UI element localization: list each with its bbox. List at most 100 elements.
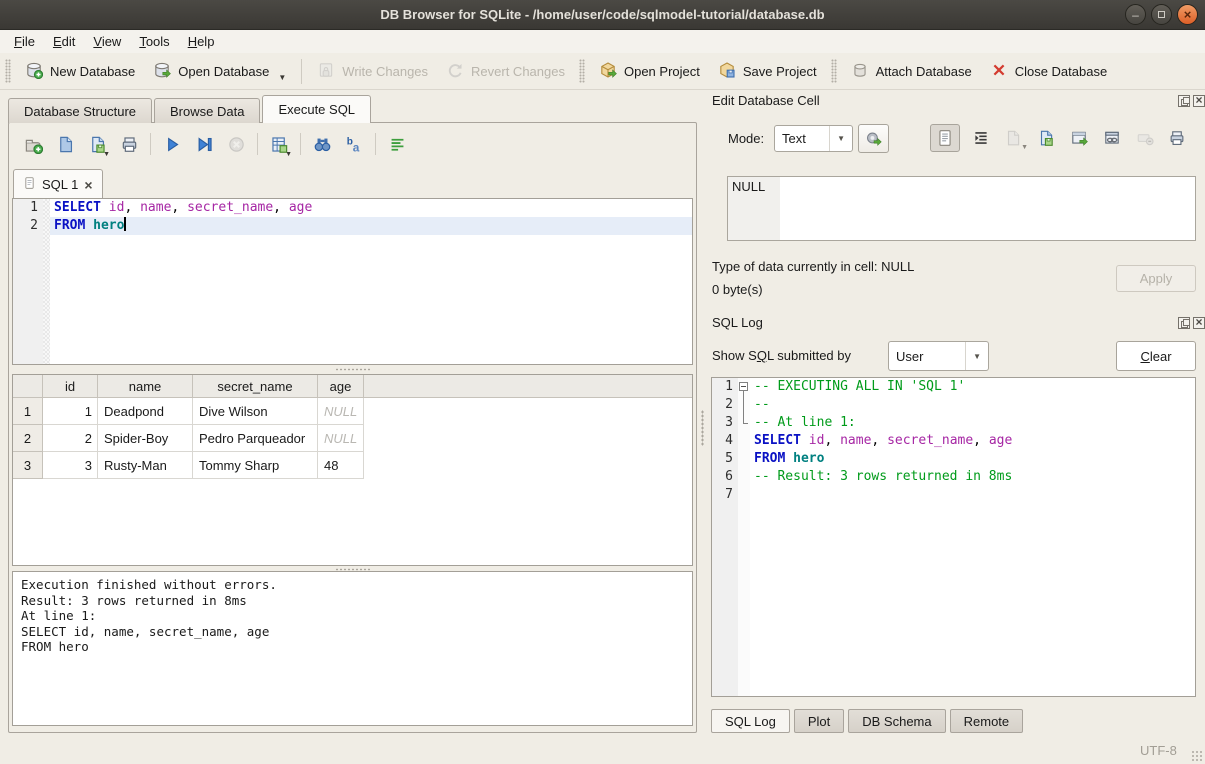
line-number: 1 (712, 378, 738, 396)
column-header-id[interactable]: id (43, 375, 98, 397)
minimize-icon[interactable]: – (1125, 4, 1146, 25)
sql-tab[interactable]: SQL 1 × (13, 169, 103, 199)
toolbar-button-label: Open Database (178, 64, 269, 79)
toolbar-button-label: Revert Changes (471, 64, 565, 79)
splitter-editor-results[interactable] (9, 366, 696, 372)
table-cell[interactable]: 3 (43, 452, 98, 479)
encoding-status: UTF-8 (1140, 743, 1177, 758)
apply-button[interactable]: Apply (1116, 265, 1196, 292)
code-line: SELECT id, name, secret_name, age (50, 199, 692, 217)
sql-submitter-select[interactable]: User ▼ (888, 341, 989, 371)
table-cell[interactable]: NULL (318, 398, 364, 425)
dock-tab-plot[interactable]: Plot (794, 709, 844, 733)
format-sql-icon[interactable] (384, 131, 410, 157)
open-sql-file-icon[interactable] (52, 131, 78, 157)
float-dock-icon[interactable] (1178, 317, 1190, 329)
table-cell[interactable]: Dive Wilson (193, 398, 318, 425)
table-cell[interactable]: NULL (318, 425, 364, 452)
auto-apply-button[interactable] (858, 124, 889, 153)
menu-edit[interactable]: Edit (44, 31, 84, 52)
show-sql-label: Show SQL submitted by (712, 348, 851, 363)
dock-tab-bar: SQL LogPlotDB SchemaRemote (711, 709, 1023, 733)
project-save-icon (718, 61, 736, 82)
column-header-secret_name[interactable]: secret_name (193, 375, 318, 397)
status-line: FROM hero (21, 639, 684, 655)
export-data-icon[interactable] (1031, 124, 1061, 152)
apply-cell-icon[interactable] (1064, 124, 1094, 152)
titlebar: DB Browser for SQLite - /home/user/code/… (0, 0, 1205, 30)
tab-browse-data[interactable]: Browse Data (154, 98, 260, 123)
save-results-icon[interactable]: ▼ (266, 131, 292, 157)
status-line: Result: 3 rows returned in 8ms (21, 593, 684, 609)
code-line: -- At line 1: (750, 414, 1195, 432)
code-line: FROM hero (50, 217, 692, 235)
column-header-age[interactable]: age (318, 375, 364, 397)
close-dock-icon[interactable] (1193, 317, 1205, 329)
row-header[interactable]: 2 (13, 425, 43, 452)
print-cell-icon[interactable] (1162, 124, 1192, 152)
results-table[interactable]: idnamesecret_nameage11DeadpondDive Wilso… (12, 374, 693, 566)
mode-select[interactable]: Text ▼ (774, 125, 853, 152)
dock-tab-remote[interactable]: Remote (950, 709, 1024, 733)
dock-tab-db-schema[interactable]: DB Schema (848, 709, 945, 733)
find-replace-icon[interactable]: ba (341, 131, 367, 157)
text-mode-icon[interactable] (930, 124, 960, 152)
status-line: Execution finished without errors. (21, 577, 684, 593)
attach-database-button[interactable]: Attach Database (842, 55, 981, 88)
clear-log-button[interactable]: Clear (1116, 341, 1196, 371)
window-controls: – × (1125, 4, 1198, 25)
table-cell[interactable]: Tommy Sharp (193, 452, 318, 479)
column-header-name[interactable]: name (98, 375, 193, 397)
execute-all-icon[interactable] (159, 131, 185, 157)
menu-tools[interactable]: Tools (130, 31, 178, 52)
new-database-button[interactable]: New Database (16, 55, 144, 88)
sql-log-title: SQL Log (712, 315, 763, 330)
open-project-button[interactable]: Open Project (590, 55, 709, 88)
table-cell[interactable]: 2 (43, 425, 98, 452)
sql-log-dock-buttons (1178, 317, 1205, 329)
close-sql-tab-icon[interactable]: × (84, 177, 92, 193)
table-cell[interactable]: Deadpond (98, 398, 193, 425)
row-header[interactable]: 1 (13, 398, 43, 425)
table-cell[interactable]: 1 (43, 398, 98, 425)
sql-tab-bar: SQL 1 × (13, 169, 103, 199)
print-sql-icon[interactable] (116, 131, 142, 157)
float-dock-icon[interactable] (1178, 95, 1190, 107)
maximize-icon[interactable] (1151, 4, 1172, 25)
toolbar-grip (5, 59, 11, 83)
close-window-icon[interactable]: × (1177, 4, 1198, 25)
mode-select-value: Text (782, 131, 806, 146)
status-line: SELECT id, name, secret_name, age (21, 624, 684, 640)
save-project-button[interactable]: Save Project (709, 55, 826, 88)
close-dock-icon[interactable] (1193, 95, 1205, 107)
menu-file[interactable]: File (5, 31, 44, 52)
close-database-button[interactable]: Close Database (981, 55, 1117, 88)
save-sql-file-icon[interactable]: ▼ (84, 131, 110, 157)
cell-editor[interactable]: NULL (727, 176, 1196, 241)
word-wrap-icon[interactable] (966, 124, 996, 152)
splitter-main-dock[interactable] (699, 122, 706, 733)
tab-execute-sql[interactable]: Execute SQL (262, 95, 371, 123)
execute-current-line-icon[interactable] (191, 131, 217, 157)
row-header[interactable]: 3 (13, 452, 43, 479)
code-line: FROM hero (750, 450, 1195, 468)
table-cell[interactable]: Pedro Parqueador (193, 425, 318, 452)
write-changes-icon (317, 61, 335, 82)
table-cell[interactable]: Rusty-Man (98, 452, 193, 479)
menu-help[interactable]: Help (179, 31, 224, 52)
table-cell[interactable]: Spider-Boy (98, 425, 193, 452)
dropdown-caret-icon[interactable]: ▼ (278, 73, 286, 82)
code-line (750, 486, 1195, 504)
resize-grip[interactable] (1191, 750, 1203, 762)
sql-log-view[interactable]: 1234567-- EXECUTING ALL IN 'SQL 1'---- A… (711, 377, 1196, 697)
open-link-icon[interactable] (1097, 124, 1127, 152)
new-sql-tab-icon[interactable] (20, 131, 46, 157)
open-database-button[interactable]: Open Database ▼ (144, 55, 295, 88)
sql-editor[interactable]: 12SELECT id, name, secret_name, ageFROM … (12, 198, 693, 365)
table-cell[interactable]: 48 (318, 452, 364, 479)
find-icon[interactable] (309, 131, 335, 157)
dock-tab-sql-log[interactable]: SQL Log (711, 709, 790, 733)
tab-database-structure[interactable]: Database Structure (8, 98, 152, 123)
menu-view[interactable]: View (84, 31, 130, 52)
fold-collapse-icon[interactable] (739, 382, 748, 391)
